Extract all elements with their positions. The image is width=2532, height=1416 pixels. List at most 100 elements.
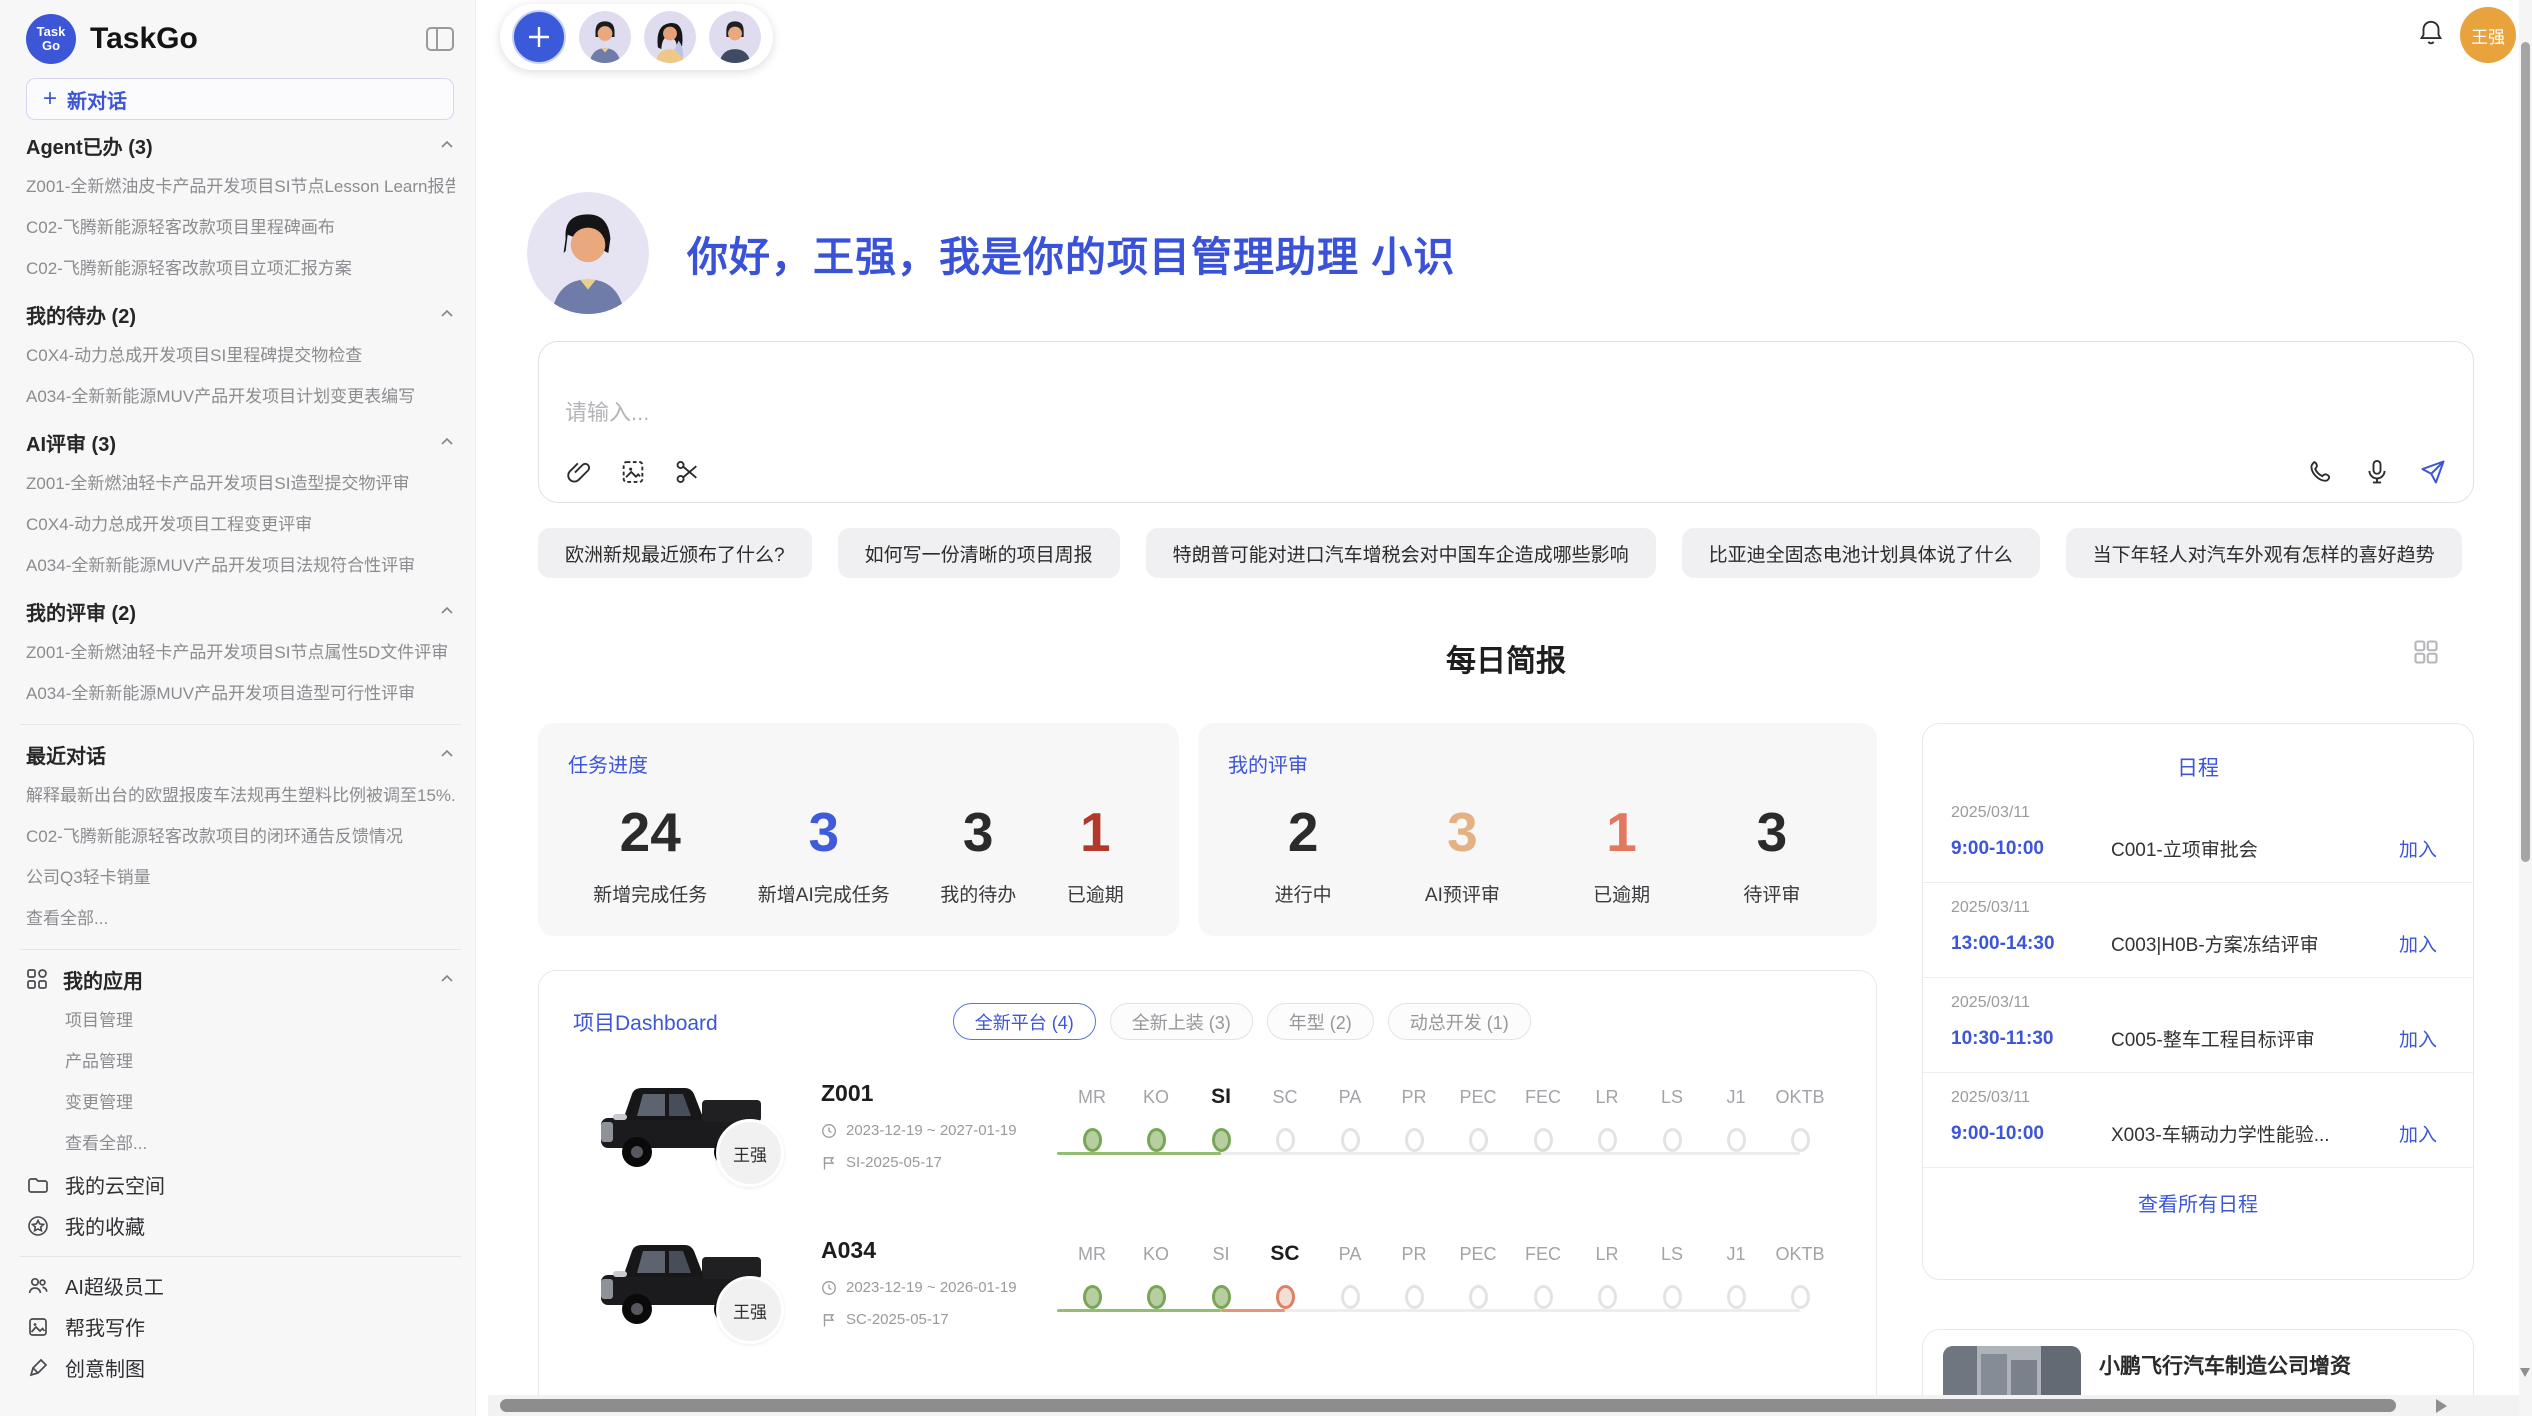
avatar[interactable] bbox=[709, 11, 761, 63]
stat-value: 3 bbox=[758, 800, 890, 864]
list-item[interactable]: A034-全新新能源MUV产品开发项目计划变更表编写 bbox=[26, 376, 455, 417]
join-button[interactable]: 加入 bbox=[2399, 835, 2437, 862]
milestone-label-current: SC bbox=[1250, 1237, 1320, 1271]
milestone-label: PA bbox=[1315, 1237, 1385, 1271]
sidebar-item-label: 创意制图 bbox=[65, 1353, 145, 1382]
view-all-apps[interactable]: 查看全部... bbox=[26, 1123, 455, 1164]
user-avatar-badge[interactable]: 王强 bbox=[2460, 7, 2516, 63]
list-item[interactable]: 公司Q3轻卡销量 bbox=[26, 857, 455, 898]
view-all-chats[interactable]: 查看全部... bbox=[26, 898, 455, 939]
join-button[interactable]: 加入 bbox=[2399, 930, 2437, 957]
filter-chip[interactable]: 年型 (2) bbox=[1267, 1003, 1374, 1040]
list-item[interactable]: Z001-全新燃油轻卡产品开发项目SI造型提交物评审 bbox=[26, 463, 455, 504]
milestone-dot bbox=[1212, 1285, 1231, 1309]
sidebar-item-project-mgmt[interactable]: 项目管理 bbox=[26, 1000, 455, 1041]
milestone-dot bbox=[1598, 1285, 1617, 1309]
people-icon bbox=[26, 1275, 50, 1297]
suggestion-chip[interactable]: 比亚迪全固态电池计划具体说了什么 bbox=[1682, 528, 2040, 578]
stats-row: 24 新增完成任务 3 新增AI完成任务 3 我的待办 1 已逾期 bbox=[568, 800, 1149, 907]
pen-icon bbox=[26, 1357, 50, 1379]
chat-input[interactable] bbox=[565, 400, 2065, 426]
stat: 1 已逾期 bbox=[1593, 800, 1650, 907]
vertical-scrollbar-thumb[interactable] bbox=[2521, 42, 2530, 862]
divider bbox=[20, 724, 461, 725]
section-my-todo[interactable]: 我的待办 (2) bbox=[26, 293, 455, 335]
send-icon[interactable] bbox=[2419, 458, 2447, 486]
project-row[interactable]: 王强 A034 2023-12-19 ~ 2026-01-19 SC-2025-… bbox=[539, 1223, 1876, 1380]
sidebar-item-help-writing[interactable]: 帮我写作 bbox=[26, 1306, 455, 1347]
section-my-apps[interactable]: 我的应用 bbox=[26, 958, 455, 1000]
milestone-dot-overdue bbox=[1276, 1285, 1295, 1309]
stat-label: 已逾期 bbox=[1067, 880, 1124, 907]
schedule-date: 2025/03/11 bbox=[1951, 1089, 2437, 1107]
list-item[interactable]: A034-全新新能源MUV产品开发项目造型可行性评审 bbox=[26, 673, 455, 714]
filter-chip[interactable]: 全新上装 (3) bbox=[1110, 1003, 1253, 1040]
schedule-item: 2025/03/11 9:00-10:00 C001-立项审批会 加入 bbox=[1923, 788, 2473, 882]
notification-bell-icon[interactable] bbox=[2416, 18, 2448, 50]
divider bbox=[20, 949, 461, 950]
section-my-review[interactable]: 我的评审 (2) bbox=[26, 590, 455, 632]
sidebar-item-creative-drawing[interactable]: 创意制图 bbox=[26, 1347, 455, 1388]
scroll-down-arrow-icon[interactable] bbox=[2520, 1368, 2530, 1377]
my-review-card: 我的评审 2 进行中 3 AI预评审 1 已逾期 3 待评审 bbox=[1198, 723, 1877, 936]
flag-icon bbox=[821, 1312, 837, 1328]
list-item[interactable]: A034-全新新能源MUV产品开发项目法规符合性评审 bbox=[26, 545, 455, 586]
list-item[interactable]: Z001-全新燃油轻卡产品开发项目SI节点属性5D文件评审 bbox=[26, 632, 455, 673]
sidebar-item-favorites[interactable]: 我的收藏 bbox=[26, 1205, 455, 1246]
section-label: Agent已办 (3) bbox=[26, 131, 153, 160]
image-upload-icon[interactable] bbox=[619, 458, 647, 486]
suggestion-chip[interactable]: 如何写一份清晰的项目周报 bbox=[838, 528, 1120, 578]
join-button[interactable]: 加入 bbox=[2399, 1120, 2437, 1147]
view-all-schedule-link[interactable]: 查看所有日程 bbox=[1923, 1167, 2473, 1237]
attachment-icon[interactable] bbox=[565, 458, 593, 486]
project-row[interactable]: 王强 Z001 2023-12-19 ~ 2027-01-19 SI-2025-… bbox=[539, 1066, 1876, 1223]
list-item[interactable]: Z001-全新燃油皮卡产品开发项目SI节点Lesson Learn报告 bbox=[26, 166, 455, 207]
milestone-dot bbox=[1083, 1285, 1102, 1309]
list-item[interactable]: C02-飞腾新能源轻客改款项目立项汇报方案 bbox=[26, 248, 455, 289]
suggestion-chip[interactable]: 当下年轻人对汽车外观有怎样的喜好趋势 bbox=[2066, 528, 2462, 578]
schedule-date: 2025/03/11 bbox=[1951, 804, 2437, 822]
join-button[interactable]: 加入 bbox=[2399, 1025, 2437, 1052]
add-agent-button[interactable] bbox=[512, 10, 566, 64]
filter-chip[interactable]: 全新平台 (4) bbox=[953, 1003, 1096, 1040]
sidebar-item-ai-super-staff[interactable]: AI超级员工 bbox=[26, 1265, 455, 1306]
milestone-dot bbox=[1276, 1128, 1295, 1152]
input-actions bbox=[2307, 458, 2447, 486]
avatar[interactable] bbox=[644, 11, 696, 63]
layout-grid-icon[interactable] bbox=[2412, 638, 2440, 666]
section-recent-chats[interactable]: 最近对话 bbox=[26, 733, 455, 775]
sidebar-item-product-mgmt[interactable]: 产品管理 bbox=[26, 1041, 455, 1082]
sidebar-item-change-mgmt[interactable]: 变更管理 bbox=[26, 1082, 455, 1123]
avatar[interactable] bbox=[579, 11, 631, 63]
filter-chip[interactable]: 动总开发 (1) bbox=[1388, 1003, 1531, 1040]
scissors-icon[interactable] bbox=[673, 458, 701, 486]
horizontal-scrollbar-thumb[interactable] bbox=[500, 1399, 2396, 1412]
milestone-label: FEC bbox=[1508, 1237, 1578, 1271]
flag-label: SC-2025-05-17 bbox=[846, 1311, 949, 1328]
new-chat-button[interactable]: + 新对话 bbox=[26, 78, 454, 120]
section-label: AI评审 (3) bbox=[26, 428, 116, 457]
dashboard-header: 项目Dashboard 全新平台 (4) 全新上装 (3) 年型 (2) 动总开… bbox=[539, 971, 1876, 1040]
microphone-icon[interactable] bbox=[2363, 458, 2391, 486]
sidebar-collapse-icon[interactable] bbox=[425, 26, 455, 52]
project-flag-milestone: SC-2025-05-17 bbox=[821, 1311, 949, 1328]
suggestion-chip[interactable]: 欧洲新规最近颁布了什么? bbox=[538, 528, 812, 578]
milestone-label: LR bbox=[1572, 1080, 1642, 1114]
list-item[interactable]: C02-飞腾新能源轻客改款项目里程碑画布 bbox=[26, 207, 455, 248]
list-item[interactable]: C0X4-动力总成开发项目工程变更评审 bbox=[26, 504, 455, 545]
section-label: 我的待办 (2) bbox=[26, 300, 136, 329]
section-ai-review[interactable]: AI评审 (3) bbox=[26, 421, 455, 463]
phone-call-icon[interactable] bbox=[2307, 458, 2335, 486]
chevron-up-icon bbox=[439, 971, 455, 987]
list-item[interactable]: C02-飞腾新能源轻客改款项目的闭环通告反馈情况 bbox=[26, 816, 455, 857]
sidebar-item-cloud-space[interactable]: 我的云空间 bbox=[26, 1164, 455, 1205]
scroll-right-arrow-icon[interactable] bbox=[2436, 1399, 2447, 1413]
stat-value: 3 bbox=[940, 800, 1016, 864]
section-agent-done[interactable]: Agent已办 (3) bbox=[26, 124, 455, 166]
suggestion-chip[interactable]: 特朗普可能对进口汽车增税会对中国车企造成哪些影响 bbox=[1146, 528, 1656, 578]
schedule-time: 10:30-11:30 bbox=[1951, 1028, 2111, 1050]
sidebar-item-label: 我的云空间 bbox=[65, 1170, 165, 1199]
flag-label: SI-2025-05-17 bbox=[846, 1154, 942, 1171]
list-item[interactable]: 解释最新出台的欧盟报废车法规再生塑料比例被调至15%... bbox=[26, 775, 455, 816]
list-item[interactable]: C0X4-动力总成开发项目SI里程碑提交物检查 bbox=[26, 335, 455, 376]
